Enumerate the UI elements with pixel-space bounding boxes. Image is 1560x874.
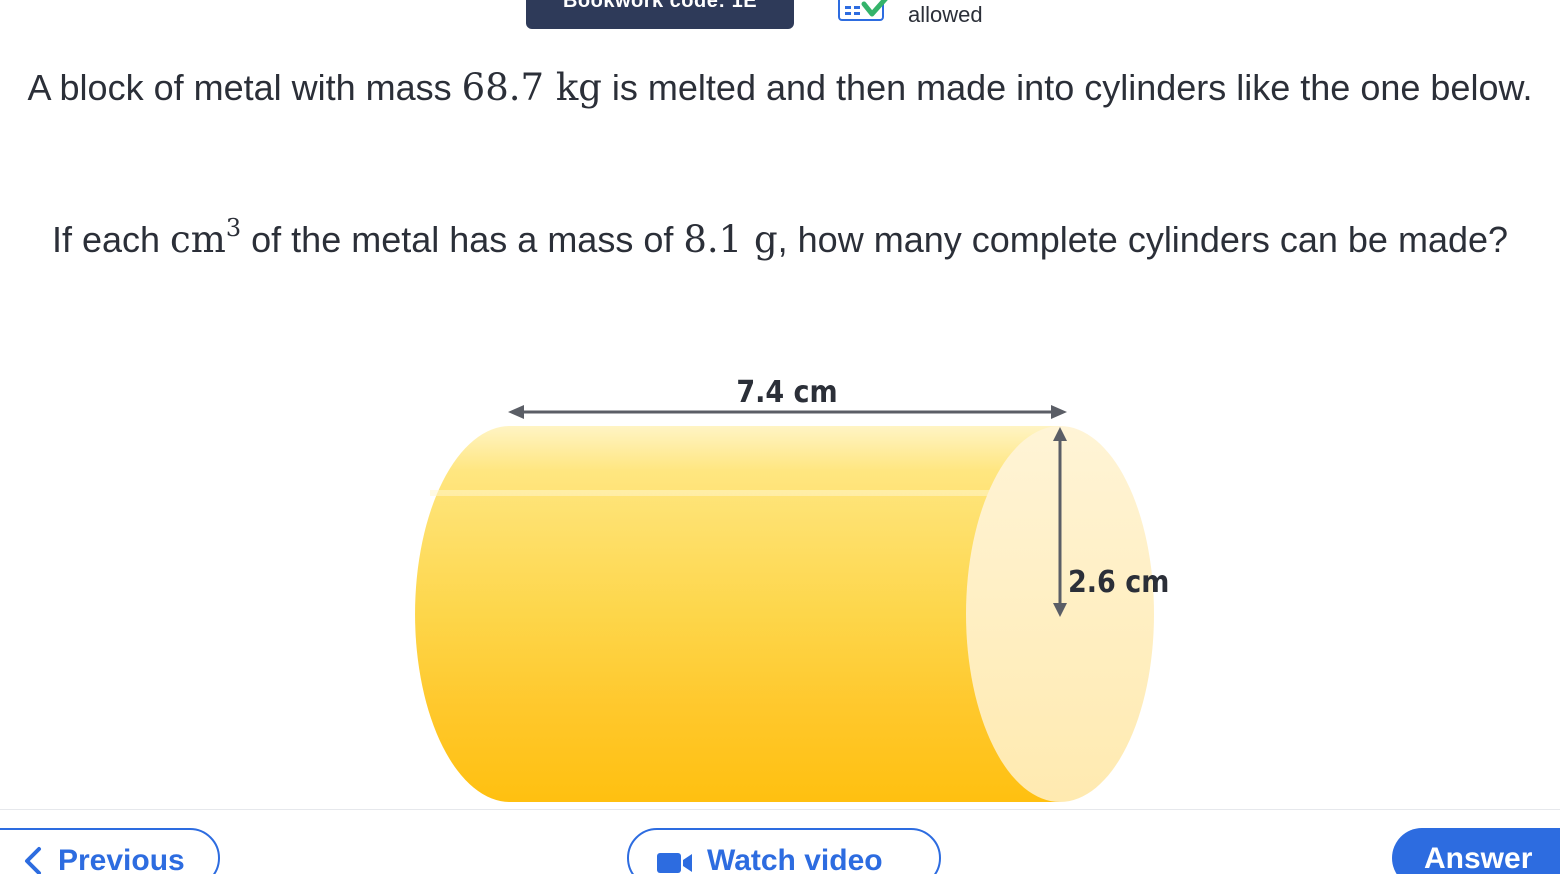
question-paragraph-1: A block of metal with mass 68.7 kg is me… [20, 62, 1540, 114]
question-text: is melted and then made into cylinders l… [601, 67, 1533, 108]
bookwork-code-tab: Bookwork code: 1E [526, 0, 794, 29]
length-label: 7.4 cm [736, 375, 837, 410]
question-text: of the metal has a mass of [241, 219, 684, 260]
cylinder-body [415, 426, 1060, 802]
answer-label: Answer [1424, 842, 1533, 874]
density-value: 8.1 g [683, 218, 778, 261]
watch-video-button[interactable]: Watch video [627, 828, 941, 874]
footer-divider [0, 809, 1560, 810]
calculator-check-icon [838, 0, 888, 21]
watch-video-label: Watch video [707, 844, 883, 874]
question-text: , how many complete cylinders can be mad… [777, 219, 1509, 260]
answer-button[interactable]: Answer [1392, 828, 1560, 874]
mass-value: 68.7 kg [461, 66, 602, 109]
bookwork-code-label: Bookwork code: 1E [562, 0, 758, 12]
question-paragraph-2: If each cm3 of the metal has a mass of 8… [20, 214, 1540, 266]
question-text: If each [51, 219, 171, 260]
previous-button[interactable]: Previous [0, 828, 220, 874]
chevron-left-icon [25, 847, 41, 874]
volume-unit: cm3 [170, 214, 242, 261]
question-text: A block of metal with mass [27, 67, 462, 108]
radius-label: 2.6 cm [1068, 565, 1169, 600]
cylinder-diagram: 7.4 cm 2.6 cm [415, 375, 1169, 802]
calculator-status: allowed [908, 2, 983, 27]
previous-label: Previous [58, 844, 185, 874]
video-camera-icon [657, 853, 692, 873]
cylinder-highlight [430, 490, 1010, 496]
